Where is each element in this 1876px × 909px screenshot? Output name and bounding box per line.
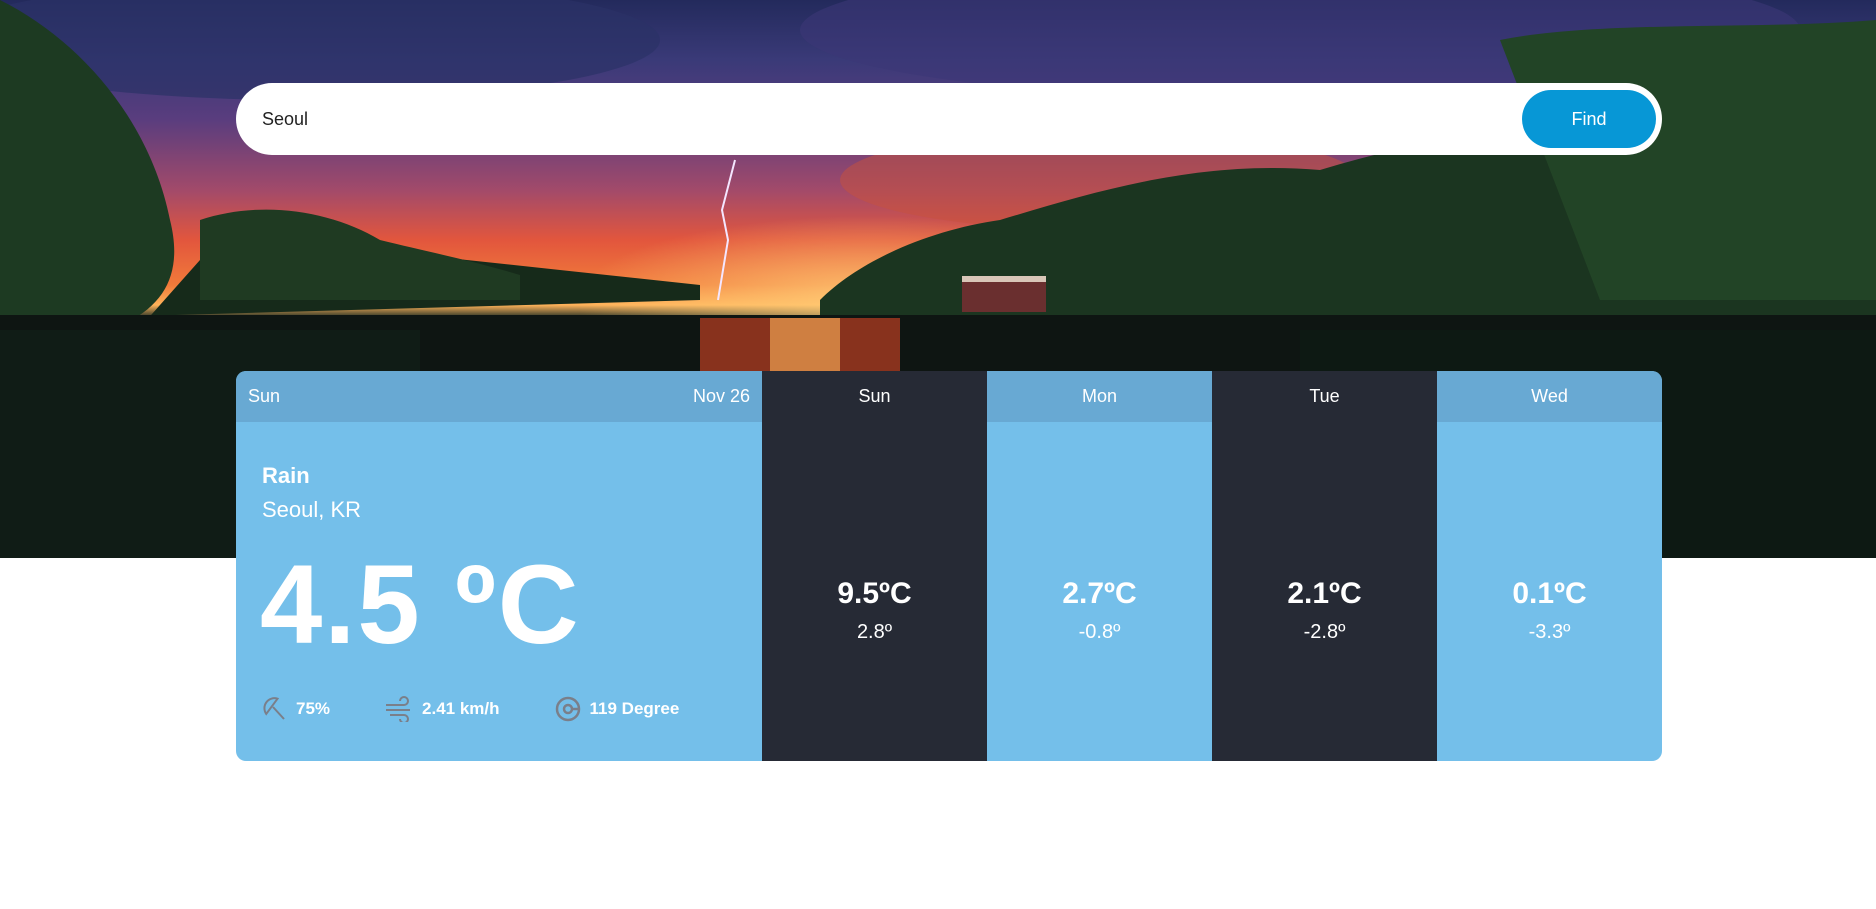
forecast-low: -2.8º xyxy=(1303,621,1346,643)
forecast-low: -0.8º xyxy=(1078,621,1121,643)
search-bar: Find xyxy=(236,83,1662,155)
umbrella-icon xyxy=(263,697,285,720)
forecast-low: -3.3º xyxy=(1528,621,1571,643)
humidity-stat: 75% xyxy=(262,696,330,722)
forecast-high: 2.1ºC xyxy=(1287,577,1362,610)
weather-stats: 75% 2.41 km/h 119 Degree xyxy=(262,695,733,723)
weather-card: Sun Nov 26 Rain Seoul, KR 4.5 ºC 75% 2.4… xyxy=(236,371,1662,761)
forecast-day-name: Wed xyxy=(1437,371,1662,422)
city-search-input[interactable] xyxy=(262,108,1522,130)
forecast-day: Tue 2.1ºC -2.8º xyxy=(1212,371,1437,761)
forecast-high: 0.1ºC xyxy=(1512,577,1587,610)
forecast-day-name: Mon xyxy=(987,371,1212,422)
wind-icon xyxy=(386,696,411,722)
current-weather-panel: Sun Nov 26 Rain Seoul, KR 4.5 ºC 75% 2.4… xyxy=(236,371,762,761)
current-temperature: 4.5 ºC xyxy=(260,542,581,667)
weather-condition: Rain xyxy=(262,463,310,488)
current-day: Sun xyxy=(248,386,281,406)
find-button[interactable]: Find xyxy=(1522,90,1656,148)
forecast-day: Wed 0.1ºC -3.3º xyxy=(1437,371,1662,761)
forecast-day: Mon 2.7ºC -0.8º xyxy=(987,371,1212,761)
forecast-high: 9.5ºC xyxy=(837,577,912,610)
location-label: Seoul, KR xyxy=(262,497,362,522)
forecast-day: Sun 9.5ºC 2.8º xyxy=(762,371,987,761)
wind-stat: 2.41 km/h xyxy=(384,696,500,722)
direction-value: 119 Degree xyxy=(589,699,680,718)
wind-value: 2.41 km/h xyxy=(422,699,500,718)
current-header: Sun Nov 26 xyxy=(236,371,762,422)
current-date: Nov 26 xyxy=(692,386,750,406)
forecast-high: 2.7ºC xyxy=(1062,577,1137,610)
compass-icon xyxy=(555,696,580,722)
forecast-day-name: Tue xyxy=(1212,371,1437,422)
humidity-value: 75% xyxy=(296,699,331,718)
forecast-low: 2.8º xyxy=(856,621,893,643)
forecast-day-name: Sun xyxy=(762,371,987,422)
direction-stat: 119 Degree xyxy=(554,695,680,723)
